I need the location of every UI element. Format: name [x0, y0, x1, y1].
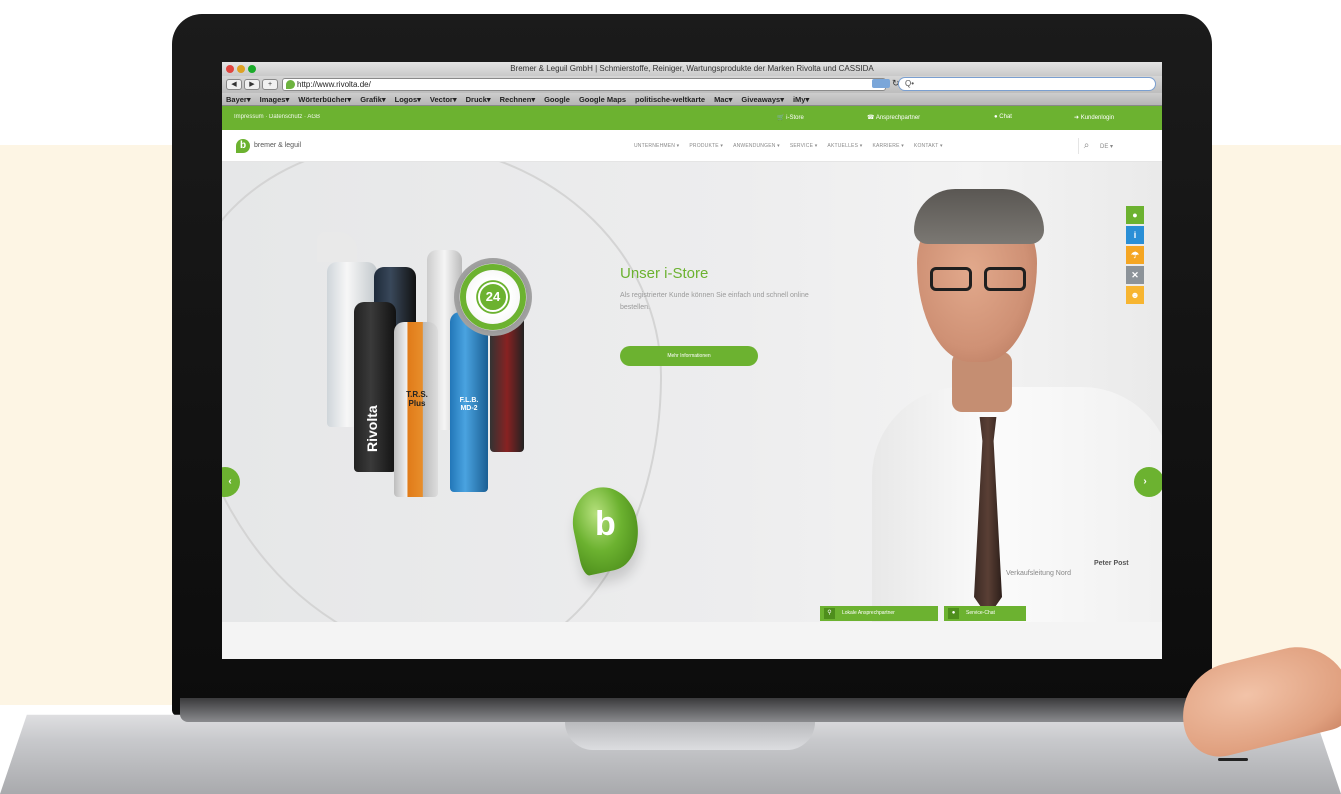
person-glasses [930, 267, 1030, 293]
brand-name[interactable]: bremer & leguil [254, 142, 301, 149]
laptop-sleep-light [1218, 758, 1248, 761]
person-photo [862, 187, 1162, 622]
product-label-trs: T.R.S. Plus [406, 390, 428, 408]
bookmark-item[interactable]: Rechnen▾ [500, 93, 535, 105]
minimize-window-button[interactable] [237, 65, 245, 73]
chat-label: Chat [999, 114, 1012, 120]
nav-item-produkte[interactable]: PRODUKTE ▾ [689, 143, 723, 149]
browser-titlebar: Bremer & Leguil GmbH | Schmierstoffe, Re… [222, 62, 1162, 76]
bookmark-item[interactable]: iMy▾ [793, 93, 809, 105]
bookmarks-bar: Bayer▾ Images▾ Wörterbücher▾ Grafik▾ Log… [222, 93, 1162, 106]
chat-bubble-icon: ● [948, 608, 959, 619]
nav-item-unternehmen[interactable]: UNTERNEHMEN ▾ [634, 143, 679, 149]
main-navigation: b bremer & leguil UNTERNEHMEN ▾ PRODUKTE… [222, 130, 1162, 162]
add-bookmark-button[interactable]: + [262, 79, 278, 90]
nav-item-kontakt[interactable]: KONTAKT ▾ [914, 143, 943, 149]
bookmark-item[interactable]: Bayer▾ [226, 93, 251, 105]
nav-menu: UNTERNEHMEN ▾ PRODUKTE ▾ ANWENDUNGEN ▾ S… [634, 143, 943, 149]
legal-links[interactable]: Impressum · Datenschutz · AGB [234, 114, 320, 120]
search-placeholder: Q• [905, 79, 915, 88]
smile-icon[interactable]: ☻ [1126, 286, 1144, 304]
local-contact-tab[interactable]: ⚲ Lokale Ansprechpartner [820, 606, 938, 621]
laptop-screen: Bremer & Leguil GmbH | Schmierstoffe, Re… [222, 62, 1162, 659]
info-icon[interactable]: i [1126, 226, 1144, 244]
laptop-hinge [180, 698, 1210, 722]
search-input[interactable]: Q• [898, 77, 1156, 91]
bookmark-item[interactable]: Images▾ [260, 93, 290, 105]
service-chat-label: Service-Chat [966, 610, 995, 616]
site-favicon-icon [286, 80, 295, 89]
url-bar[interactable]: http://www.rivolta.de/ [282, 78, 886, 91]
person-hair [914, 189, 1044, 244]
bookmark-item[interactable]: Wörterbücher▾ [298, 93, 351, 105]
nav-item-aktuelles[interactable]: AKTUELLES ▾ [827, 143, 862, 149]
product-brand-label: Rivolta [364, 405, 380, 452]
person-role: Verkaufsleitung Nord [1006, 570, 1071, 577]
customer-login-label: Kundenlogin [1080, 115, 1115, 121]
nav-item-anwendungen[interactable]: ANWENDUNGEN ▾ [733, 143, 780, 149]
bookmark-item[interactable]: Giveaways▾ [741, 93, 784, 105]
tools-icon[interactable]: ✕ [1126, 266, 1144, 284]
product-label-flb: F.L.B. MD-2 [459, 397, 479, 412]
product-can-black: Rivolta [354, 302, 396, 472]
contact-person-link[interactable]: ☎ Ansprechpartner [867, 114, 920, 121]
language-selector[interactable]: DE ▾ [1100, 143, 1113, 150]
browser-toolbar: ◀ ▶ + http://www.rivolta.de/ ↻ Q• [222, 76, 1162, 93]
drop-icon[interactable]: ● [1126, 206, 1144, 224]
bookmark-item[interactable]: Druck▾ [466, 93, 491, 105]
chat-link[interactable]: ● Chat [994, 114, 1012, 120]
nav-item-karriere[interactable]: KARRIERE ▾ [872, 143, 903, 149]
hero-text: Als registrierter Kunde können Sie einfa… [620, 292, 809, 311]
product-can-orange [394, 322, 438, 497]
istore-label: i-Store [786, 115, 804, 121]
close-window-button[interactable] [226, 65, 234, 73]
laptop-base [0, 698, 1341, 794]
laptop-opening-notch [565, 722, 815, 750]
forward-button[interactable]: ▶ [244, 79, 260, 90]
brand-logo-icon[interactable]: b [236, 139, 250, 153]
person-name: Peter Post [1094, 560, 1129, 567]
back-button[interactable]: ◀ [226, 79, 242, 90]
bookmark-item[interactable]: politische-weltkarte [635, 93, 705, 105]
site-search-icon[interactable]: ⌕ [1078, 138, 1094, 154]
page-below-fold [222, 622, 1162, 659]
bookmark-item[interactable]: Google [544, 93, 570, 105]
bookmark-item[interactable]: Vector▾ [430, 93, 457, 105]
hero-title: Unser i-Store [620, 265, 709, 282]
rss-icon[interactable] [872, 79, 890, 88]
local-contact-label: Lokale Ansprechpartner [842, 610, 895, 616]
24h-badge: 24 [454, 258, 532, 336]
bookmark-item[interactable]: Mac▾ [714, 93, 732, 105]
service-chat-tab[interactable]: ● Service-Chat [944, 606, 1026, 621]
badge-number: 24 [478, 282, 508, 312]
url-text: http://www.rivolta.de/ [297, 80, 371, 89]
slider-next-button[interactable]: › [1134, 467, 1162, 497]
customer-login-link[interactable]: ➜ Kundenlogin [1074, 114, 1114, 121]
bookmark-item[interactable]: Google Maps [579, 93, 626, 105]
person-shirt [872, 387, 1162, 622]
hero-slider: Rivolta T.R.S. Plus F.L.B. MD-2 24 b Uns… [222, 162, 1162, 622]
nav-item-service[interactable]: SERVICE ▾ [790, 143, 818, 149]
bookmark-item[interactable]: Grafik▾ [360, 93, 385, 105]
spray-bottle-head [317, 232, 357, 262]
istore-link[interactable]: 🛒 i-Store [777, 114, 804, 121]
umbrella-icon[interactable]: ☂ [1126, 246, 1144, 264]
bookmark-item[interactable]: Logos▾ [395, 93, 421, 105]
zoom-window-button[interactable] [248, 65, 256, 73]
site-topbar: Impressum · Datenschutz · AGB 🛒 i-Store … [222, 106, 1162, 130]
contact-person-label: Ansprechpartner [875, 115, 921, 121]
location-pin-icon: ⚲ [824, 608, 835, 619]
window-title: Bremer & Leguil GmbH | Schmierstoffe, Re… [510, 64, 874, 73]
more-info-button[interactable]: Mehr Informationen [620, 346, 758, 366]
scene: Bremer & Leguil GmbH | Schmierstoffe, Re… [0, 0, 1341, 794]
